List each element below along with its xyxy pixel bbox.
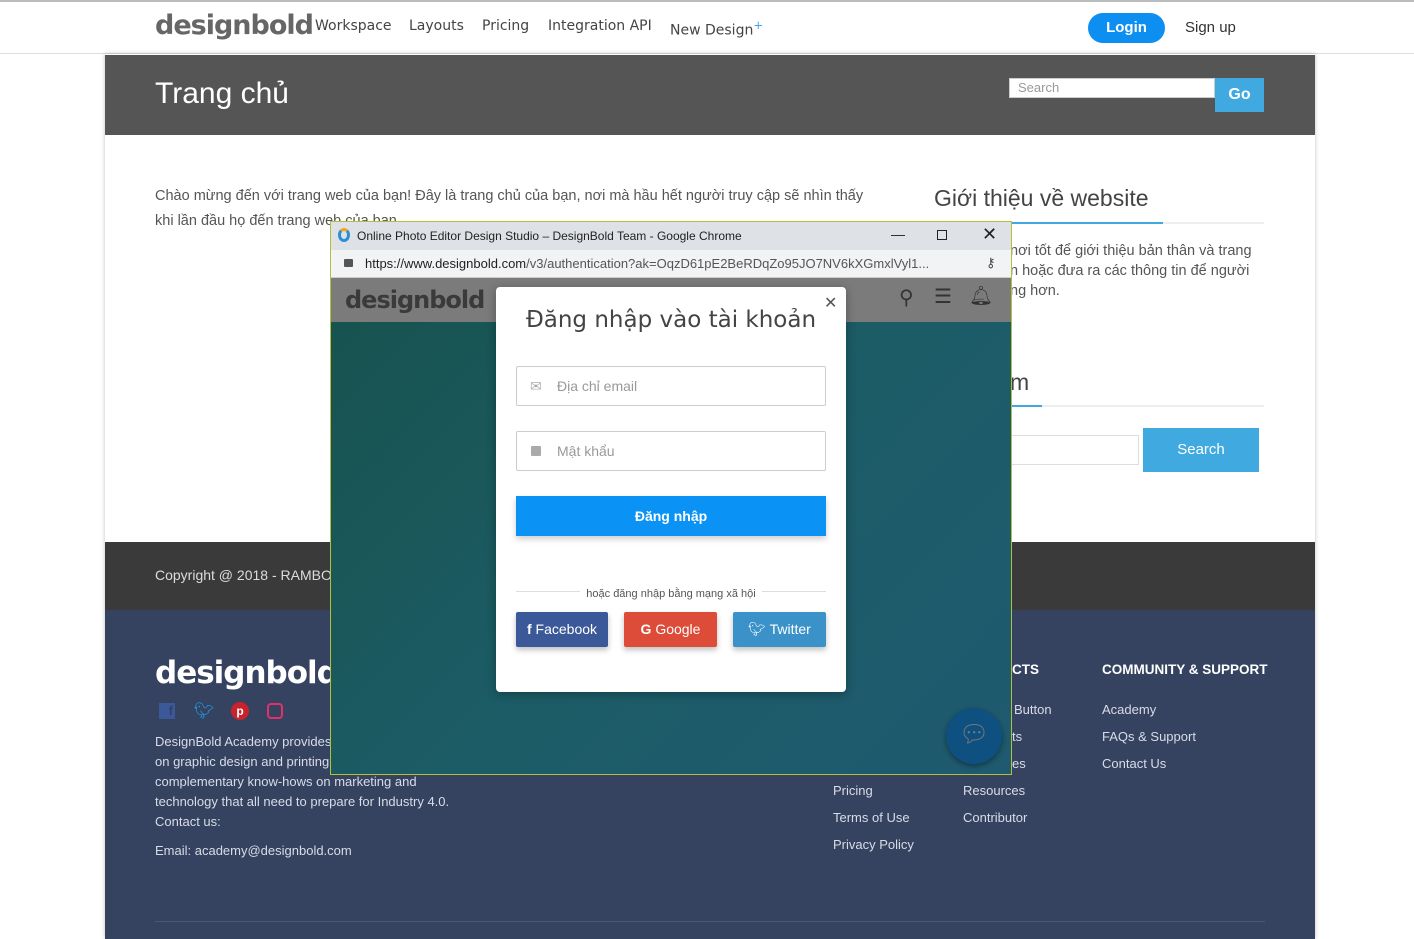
- menu-icon[interactable]: ☰: [934, 284, 952, 309]
- footer-link-academy[interactable]: Academy: [1102, 702, 1156, 717]
- go-button[interactable]: Go: [1215, 78, 1264, 112]
- footer-link-button[interactable]: Button: [1014, 702, 1052, 717]
- signup-link[interactable]: Sign up: [1185, 19, 1236, 36]
- social-divider-text: hoặc đăng nhập bằng mạng xã hội: [580, 588, 762, 600]
- sidebar-search-input[interactable]: [1000, 435, 1139, 465]
- facebook-icon[interactable]: f: [159, 703, 175, 719]
- login-modal: ✕ Đăng nhập vào tài khoản ✉ Địa chỉ email…: [496, 287, 846, 692]
- nav-pricing[interactable]: Pricing: [482, 18, 529, 34]
- nav-new-design[interactable]: New Design+: [670, 18, 763, 39]
- password-placeholder: Mật khẩu: [557, 443, 615, 459]
- modal-title: Đăng nhập vào tài khoản: [525, 307, 817, 333]
- nav-integration-api[interactable]: Integration API: [548, 18, 652, 34]
- google-label: Google: [655, 621, 701, 637]
- maximize-icon[interactable]: [937, 230, 947, 240]
- search-icon[interactable]: ⚲: [899, 285, 914, 310]
- url-host: https://www.designbold.com: [365, 256, 527, 271]
- login-button[interactable]: Login: [1088, 13, 1165, 43]
- search-widget-title: m: [1010, 369, 1030, 395]
- google-icon: G: [640, 621, 652, 637]
- lock-icon: [531, 446, 541, 456]
- designbold-logo[interactable]: designbold: [155, 10, 314, 41]
- products-heading: CTS: [1012, 662, 1039, 677]
- intro-line-1: Chào mừng đến với trang web của bạn! Đây…: [155, 188, 864, 204]
- copyright-text: Copyright @ 2018 - RAMBO.: [155, 567, 336, 583]
- envelope-icon: ✉: [530, 378, 542, 394]
- chat-button[interactable]: 💬︎: [946, 708, 1002, 764]
- header-search-input[interactable]: Search: [1009, 78, 1215, 98]
- footer-divider: [155, 921, 1265, 922]
- footer-link-faqs[interactable]: FAQs & Support: [1102, 729, 1196, 744]
- footer-link-products[interactable]: ts: [1012, 729, 1022, 744]
- about-line: ng hơn.: [1010, 283, 1060, 299]
- app-logo: designbold: [345, 286, 485, 314]
- twitter-label: Twitter: [769, 621, 811, 637]
- twitter-icon[interactable]: 🐦︎: [194, 701, 214, 721]
- footer-link-contributor[interactable]: Contributor: [963, 810, 1027, 825]
- window-titlebar[interactable]: Online Photo Editor Design Studio – Desi…: [331, 222, 1011, 250]
- facebook-label: Facebook: [535, 621, 598, 637]
- new-design-label: New Design: [670, 22, 754, 39]
- footer-link-contact[interactable]: Contact Us: [1102, 756, 1166, 771]
- footer-link-resources[interactable]: Resources: [963, 783, 1025, 798]
- footer-link-pricing[interactable]: Pricing: [833, 783, 873, 798]
- community-heading: COMMUNITY & SUPPORT: [1102, 662, 1268, 677]
- url-path: /v3/authentication?ak=OqzD61pE2BeRDqZo95…: [526, 256, 930, 271]
- about-title: Giới thiệu về website: [934, 185, 1149, 211]
- footer-about-line: technology that all need to prepare for …: [155, 794, 450, 809]
- nav-layouts[interactable]: Layouts: [409, 18, 464, 34]
- plus-icon: +: [753, 18, 764, 32]
- facebook-icon: f: [526, 621, 532, 637]
- social-divider: hoặc đăng nhập bằng mạng xã hội: [496, 584, 846, 602]
- twitter-login-button[interactable]: 🐦︎ Twitter: [733, 612, 826, 647]
- about-line: n hoặc đưa ra các thông tin để người: [1010, 263, 1250, 279]
- pinterest-icon[interactable]: p: [231, 702, 249, 720]
- minimize-icon[interactable]: —: [891, 226, 905, 242]
- page-title: Trang chủ: [155, 77, 289, 110]
- footer-about-line: complementary know-hows on marketing and: [155, 774, 417, 789]
- password-field[interactable]: Mật khẩu: [516, 431, 826, 471]
- bell-icon[interactable]: 🔔︎: [969, 284, 993, 308]
- url: https://www.designbold.com/v3/authentica…: [365, 256, 929, 271]
- facebook-login-button[interactable]: f Facebook: [516, 612, 608, 647]
- google-login-button[interactable]: G Google: [624, 612, 717, 647]
- sidebar-search-button[interactable]: Search: [1143, 428, 1259, 472]
- twitter-icon: 🐦︎: [748, 621, 766, 637]
- footer-link-terms[interactable]: Terms of Use: [833, 810, 910, 825]
- chat-icon: 💬︎: [959, 721, 990, 748]
- window-title: Online Photo Editor Design Studio – Desi…: [357, 229, 742, 243]
- address-bar[interactable]: https://www.designbold.com/v3/authentica…: [331, 250, 1011, 278]
- designbold-favicon-icon: [338, 228, 350, 242]
- about-text: nơi tốt để giới thiệu bản thân và trang …: [1010, 241, 1270, 301]
- footer-logo: designbold: [155, 655, 339, 691]
- login-submit-button[interactable]: Đăng nhập: [516, 496, 826, 536]
- footer-link-privacy[interactable]: Privacy Policy: [833, 837, 914, 852]
- lock-icon: [344, 259, 353, 267]
- footer-about-line: Contact us:: [155, 814, 221, 829]
- footer-email[interactable]: Email: academy@designbold.com: [155, 843, 352, 858]
- email-field[interactable]: ✉ Địa chỉ email: [516, 366, 826, 406]
- email-placeholder: Địa chỉ email: [557, 378, 638, 394]
- about-line: nơi tốt để giới thiệu bản thân và trang: [1010, 243, 1252, 259]
- footer-link-templates[interactable]: es: [1012, 756, 1026, 771]
- close-window-icon[interactable]: ✕: [982, 224, 997, 245]
- nav-workspace[interactable]: Workspace: [315, 18, 392, 34]
- instagram-icon[interactable]: [267, 703, 283, 719]
- key-icon[interactable]: ⚷: [986, 255, 996, 271]
